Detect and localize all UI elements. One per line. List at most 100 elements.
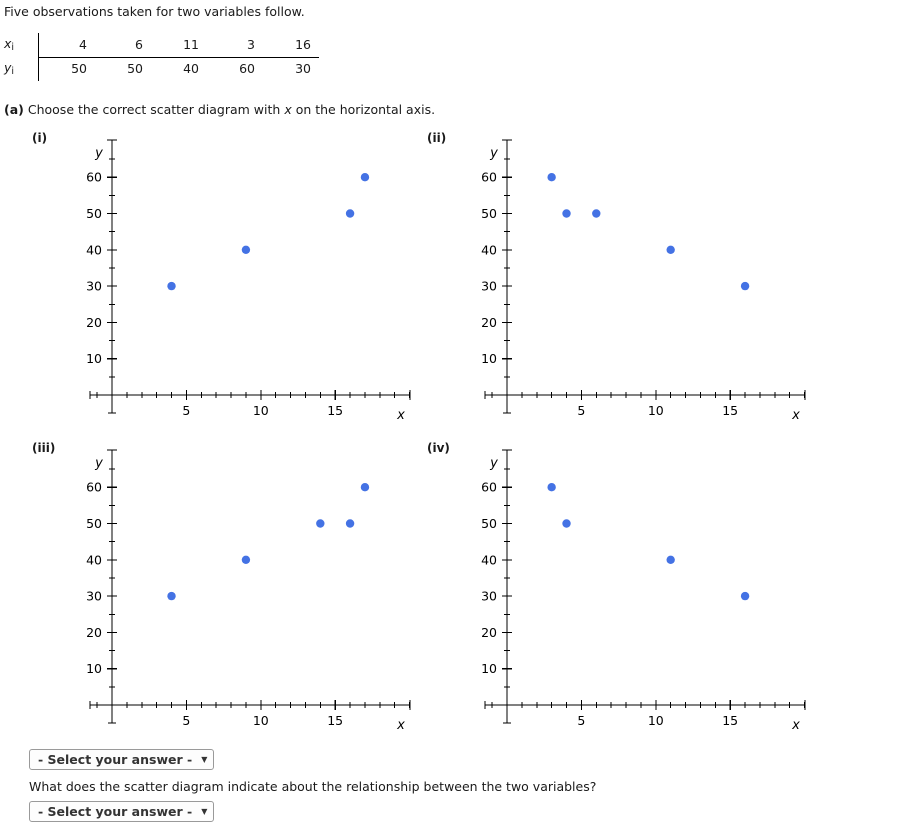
- y-tick-label: 50: [481, 206, 497, 221]
- scatter-plot: 5 10 15 10 20 30 40 50 60 x y: [481, 139, 806, 423]
- data-point: [316, 519, 325, 528]
- y-tick-label: 60: [86, 170, 102, 185]
- data-point: [241, 245, 251, 254]
- scatter-panel-i[interactable]: (i) 5 10 15 10 20 30 40 50 60 x y: [18, 128, 438, 428]
- y-tick-label: 30: [86, 279, 102, 294]
- y-tick-label: 20: [86, 315, 102, 330]
- scatter-panel-iv[interactable]: (iv) 5 10 15 10 20 30 40 50 60 x y: [413, 438, 833, 738]
- data-point: [562, 209, 571, 218]
- x-tick-label: 5: [182, 713, 190, 728]
- x-axis-title: x: [791, 718, 800, 733]
- y-axis-title: y: [94, 146, 103, 161]
- row-label-y-sub: i: [11, 66, 15, 77]
- part-a-text-after: on the horizontal axis.: [291, 102, 436, 117]
- part-a-prompt: (a) Choose the correct scatter diagram w…: [4, 102, 435, 118]
- cell-y-4: 30: [295, 61, 311, 77]
- data-point: [666, 555, 675, 564]
- data-point: [345, 519, 355, 528]
- data-point: [547, 483, 556, 492]
- y-tick-label: 30: [86, 589, 102, 604]
- x-tick-label: 15: [722, 713, 738, 728]
- row-label-x: xi: [4, 33, 39, 57]
- cell-y-3: 60: [239, 61, 255, 77]
- data-point: [666, 245, 675, 254]
- part-a-marker: (a): [4, 102, 24, 117]
- y-tick-label: 50: [86, 206, 102, 221]
- cell-x-0: 4: [38, 33, 95, 58]
- y-tick-label: 50: [481, 516, 497, 531]
- x-tick-label: 15: [722, 403, 738, 418]
- x-tick-label: 10: [253, 713, 269, 728]
- data-point: [592, 209, 601, 218]
- data-point: [167, 281, 176, 291]
- y-tick-label: 30: [481, 589, 497, 604]
- x-axis-title: x: [396, 718, 405, 733]
- y-tick-label: 10: [86, 351, 102, 366]
- data-point: [167, 591, 176, 601]
- y-axis-title: y: [94, 456, 103, 471]
- y-tick-label: 40: [481, 552, 497, 567]
- y-tick-label: 10: [86, 661, 102, 676]
- cell-x-3: 3: [207, 33, 263, 58]
- data-point: [562, 519, 571, 528]
- cell-x-4: 16: [263, 33, 319, 58]
- part-a-variable: x: [284, 102, 292, 117]
- observations-table: xi 4 6 11 3 16 yi 50 50 40 60 30: [4, 33, 319, 81]
- data-point: [360, 173, 370, 182]
- y-tick-label: 20: [481, 625, 497, 640]
- x-tick-label: 10: [253, 403, 269, 418]
- cell-y-0: 50: [71, 61, 87, 77]
- scatter-panel-ii[interactable]: (ii) 5 10 15 10 20 30 40 50 60 x y: [413, 128, 833, 428]
- cell-y-2: 40: [183, 61, 199, 77]
- cell-y-1: 50: [127, 61, 143, 77]
- data-point: [547, 173, 556, 182]
- scatter-plot: 5 10 15 10 20 30 40 50 60 x y: [86, 139, 411, 423]
- x-tick-label: 10: [648, 403, 664, 418]
- cell-x-2: 11: [151, 33, 207, 58]
- data-point: [740, 281, 750, 291]
- x-axis-title: x: [791, 408, 800, 423]
- scatter-plot: 5 10 15 10 20 30 40 50 60 x y: [481, 449, 806, 733]
- x-tick-label: 10: [648, 713, 664, 728]
- x-tick-label: 5: [577, 713, 585, 728]
- row-label-x-sub: i: [11, 42, 15, 53]
- data-point: [360, 483, 370, 492]
- y-tick-label: 10: [481, 351, 497, 366]
- cell-x-1: 6: [95, 33, 151, 58]
- y-axis-title: y: [489, 456, 498, 471]
- part-a-text-before: Choose the correct scatter diagram with: [27, 102, 285, 117]
- select-relationship-dropdown[interactable]: - Select your answer - ▼: [29, 801, 215, 822]
- table-row-x: xi 4 6 11 3 16: [4, 33, 319, 58]
- intro-text: Five observations taken for two variable…: [4, 4, 305, 19]
- select-diagram-value: - Select your answer -: [38, 752, 193, 767]
- y-tick-label: 60: [86, 480, 102, 495]
- table-row-y: yi 50 50 40 60 30: [4, 57, 319, 81]
- x-tick-label: 5: [577, 403, 585, 418]
- x-tick-label: 5: [182, 403, 190, 418]
- y-axis-title: y: [489, 146, 498, 161]
- chevron-down-icon: ▼: [201, 806, 208, 816]
- y-tick-label: 60: [481, 170, 497, 185]
- y-tick-label: 20: [86, 625, 102, 640]
- select-diagram-dropdown[interactable]: - Select your answer - ▼: [29, 749, 215, 770]
- y-tick-label: 10: [481, 661, 497, 676]
- select-relationship-value: - Select your answer -: [38, 804, 193, 819]
- question-b-text: What does the scatter diagram indicate a…: [29, 779, 597, 794]
- y-tick-label: 40: [86, 242, 102, 257]
- y-tick-label: 60: [481, 480, 497, 495]
- y-tick-label: 30: [481, 279, 497, 294]
- row-label-y: yi: [4, 57, 39, 81]
- x-tick-label: 15: [327, 713, 343, 728]
- data-point: [241, 555, 251, 564]
- data-point: [345, 209, 355, 218]
- scatter-panel-iii[interactable]: (iii) 5 10 15 10 20 30 40 50 60 x y: [18, 438, 438, 738]
- y-tick-label: 50: [86, 516, 102, 531]
- y-tick-label: 40: [86, 552, 102, 567]
- chevron-down-icon: ▼: [201, 754, 208, 764]
- x-axis-title: x: [396, 408, 405, 423]
- y-tick-label: 40: [481, 242, 497, 257]
- data-point: [740, 591, 750, 601]
- x-tick-label: 15: [327, 403, 343, 418]
- scatter-plot: 5 10 15 10 20 30 40 50 60 x y: [86, 449, 411, 733]
- y-tick-label: 20: [481, 315, 497, 330]
